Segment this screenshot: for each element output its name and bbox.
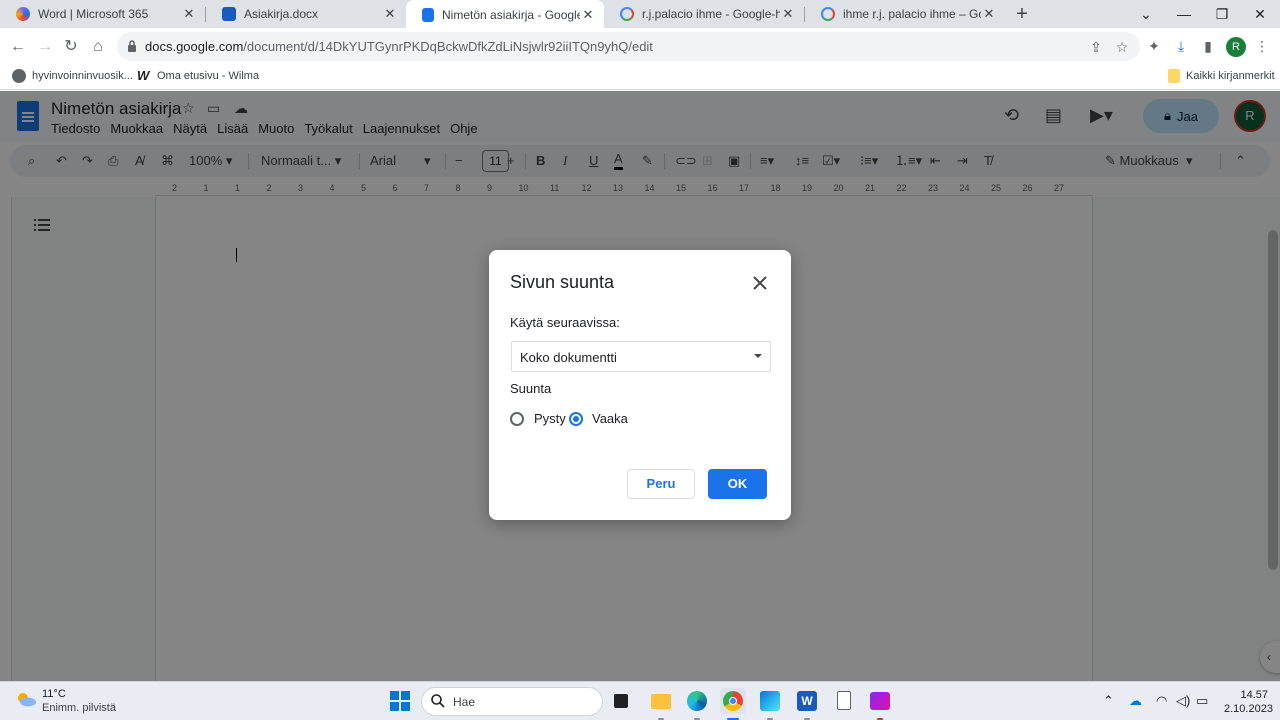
all-bookmarks-folder[interactable]: Kaikki kirjanmerkit xyxy=(1168,69,1275,83)
onedrive-icon[interactable]: ☁ xyxy=(1129,693,1142,709)
tab-title: r.j.palacio ihme - Google-haku xyxy=(642,7,780,21)
clock-time: 14.57 xyxy=(1240,689,1268,701)
taskbar-search[interactable]: Hae xyxy=(421,687,603,716)
tab-google-docs[interactable]: Nimetön asiakirja - Google Docs ✕ xyxy=(406,0,604,30)
windows-taskbar: 11°C Enimm. pilvistä Hae W ⌃ ☁ ◠ ◁) ▭ 14… xyxy=(0,681,1280,720)
search-placeholder: Hae xyxy=(453,695,476,709)
minimize-button[interactable]: — xyxy=(1165,0,1203,28)
close-icon[interactable]: ✕ xyxy=(981,6,997,22)
chrome-icon[interactable] xyxy=(720,688,746,720)
close-icon[interactable]: ✕ xyxy=(780,6,796,22)
home-button[interactable]: ⌂ xyxy=(86,35,110,59)
wifi-icon[interactable]: ◠ xyxy=(1156,693,1167,709)
volume-icon[interactable]: ◁) xyxy=(1176,693,1190,709)
file-explorer-icon[interactable] xyxy=(648,688,674,720)
wilma-icon: W xyxy=(137,68,150,83)
task-view-icon[interactable] xyxy=(609,688,635,714)
tab-title: Asiakirja.docx xyxy=(244,7,319,21)
landscape-radio-label[interactable]: Vaaka xyxy=(592,411,628,426)
window-close-button[interactable]: ✕ xyxy=(1241,0,1279,28)
edge-icon[interactable] xyxy=(684,688,710,720)
restore-button[interactable]: ❐ xyxy=(1203,0,1241,28)
tab-google-search-2[interactable]: ihme r.j. palacio ihme – Google- ✕ xyxy=(805,0,1005,28)
browser-toolbar: ← → ↻ ⌂ docs.google.com/document/d/14DkY… xyxy=(0,30,1280,63)
lock-icon[interactable] xyxy=(127,39,137,53)
forward-button[interactable]: → xyxy=(33,35,57,59)
share-page-icon[interactable]: ⇪ xyxy=(1086,37,1106,57)
landscape-radio[interactable] xyxy=(569,412,583,426)
profile-avatar[interactable]: R xyxy=(1226,37,1246,57)
portrait-radio-label[interactable]: Pysty xyxy=(534,411,566,426)
photos-app-icon[interactable] xyxy=(757,688,783,720)
tab-google-search-1[interactable]: r.j.palacio ihme - Google-haku ✕ xyxy=(604,0,804,28)
apply-to-select[interactable]: Koko dokumentti xyxy=(511,341,771,372)
tab-title: ihme r.j. palacio ihme – Google- xyxy=(843,7,981,21)
tab-title: Nimetön asiakirja - Google Docs xyxy=(442,8,580,22)
docs-icon xyxy=(422,8,434,22)
download-icon[interactable]: ⤓ xyxy=(1170,35,1192,57)
folder-icon xyxy=(1168,69,1180,83)
new-tab-button[interactable]: + xyxy=(1012,3,1032,25)
search-icon xyxy=(431,694,445,708)
cancel-button[interactable]: Peru xyxy=(627,469,695,499)
battery-icon[interactable]: ▭ xyxy=(1196,693,1208,709)
apply-to-value: Koko dokumentti xyxy=(520,350,617,365)
dialog-title: Sivun suunta xyxy=(510,272,615,292)
system-clock[interactable]: 14.57 2.10.2023 xyxy=(1224,688,1273,716)
notepad-icon[interactable] xyxy=(831,688,857,714)
bookmark-item[interactable]: hyvinvoinninvuosik... xyxy=(12,69,133,83)
weather-cloud-icon[interactable] xyxy=(15,691,37,707)
windows-start-icon[interactable] xyxy=(390,691,410,711)
ok-button[interactable]: OK xyxy=(708,469,767,499)
clock-date: 2.10.2023 xyxy=(1224,703,1273,715)
back-button[interactable]: ← xyxy=(6,35,30,59)
close-icon[interactable]: ✕ xyxy=(181,6,197,22)
portrait-radio[interactable] xyxy=(510,412,524,426)
weather-description[interactable]: Enimm. pilvistä xyxy=(42,702,116,714)
tab-strip: Word | Microsoft 365 ✕ Asiakirja.docx ✕ … xyxy=(0,0,1280,30)
clipchamp-icon[interactable] xyxy=(867,688,893,720)
extensions-icon[interactable]: ✦ xyxy=(1143,35,1165,57)
weather-temperature[interactable]: 11°C xyxy=(42,688,66,700)
tab-word-365[interactable]: Word | Microsoft 365 ✕ xyxy=(0,0,205,28)
dropdown-arrow-icon xyxy=(754,354,762,358)
apply-to-label: Käytä seuraavissa: xyxy=(510,315,620,330)
url-text[interactable]: docs.google.com/document/d/14DkYUTGynrPK… xyxy=(145,39,653,54)
chrome-menu-icon[interactable]: ⋮ xyxy=(1251,35,1273,57)
bookmarks-bar: hyvinvoinninvuosik... W Oma etusivu - Wi… xyxy=(0,63,1280,90)
google-icon xyxy=(821,7,835,21)
tab-title: Word | Microsoft 365 xyxy=(38,7,149,21)
close-icon[interactable]: ✕ xyxy=(382,6,398,22)
bookmark-item[interactable]: W Oma etusivu - Wilma xyxy=(137,69,259,83)
close-icon[interactable] xyxy=(751,274,769,292)
tab-search-chevron-icon[interactable]: ⌄ xyxy=(1127,0,1165,28)
word-icon xyxy=(222,7,236,21)
page-orientation-dialog: Sivun suunta Käytä seuraavissa: Koko dok… xyxy=(489,250,791,520)
reload-button[interactable]: ↻ xyxy=(59,35,83,59)
m365-icon xyxy=(16,7,30,21)
google-icon xyxy=(620,7,634,21)
address-bar[interactable]: docs.google.com/document/d/14DkYUTGynrPK… xyxy=(117,32,1140,61)
bookmark-star-icon[interactable]: ☆ xyxy=(1112,37,1132,57)
globe-icon xyxy=(12,69,26,83)
orientation-label: Suunta xyxy=(510,381,552,396)
show-hidden-icons-icon[interactable]: ⌃ xyxy=(1103,693,1114,709)
word-app-icon[interactable]: W xyxy=(794,688,820,720)
close-icon[interactable]: ✕ xyxy=(580,7,596,23)
side-panel-icon[interactable]: ▮ xyxy=(1197,35,1219,57)
tab-asiakirja[interactable]: Asiakirja.docx ✕ xyxy=(206,0,406,28)
